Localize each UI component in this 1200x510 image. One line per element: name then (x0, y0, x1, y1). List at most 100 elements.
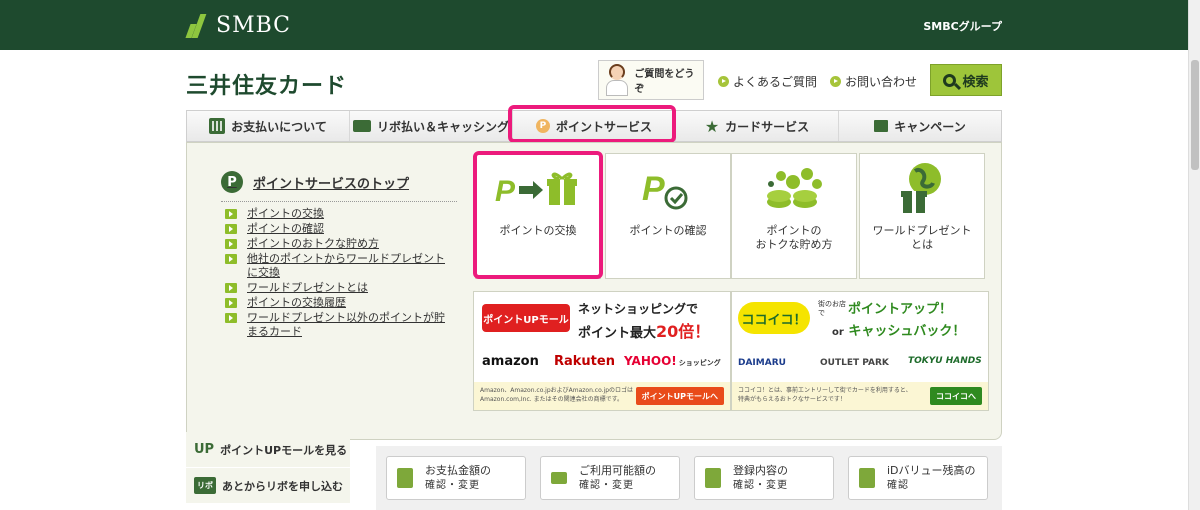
yahoo-shopping-logo: YAHOO! ショッピング (624, 354, 721, 368)
points-dropdown-panel: P ポイントサービスのトップ ポイントの交換 ポイントの確認 ポイントのおトクな… (186, 142, 1002, 440)
point-check-icon: P (606, 154, 730, 224)
edit-document-icon (705, 468, 721, 488)
scrollbar-thumb[interactable] (1191, 60, 1199, 170)
quick-card-label: ご利用可能額の 確認・変更 (579, 463, 656, 491)
sub-link-save[interactable]: ポイントのおトクな貯め方 (225, 237, 453, 251)
points-sub-links: ポイントの交換 ポイントの確認 ポイントのおトクな貯め方 他社のポイントからワー… (225, 207, 453, 340)
arrow-square-icon (225, 254, 237, 264)
coin-stack-icon (859, 468, 875, 488)
nav-item-payment[interactable]: お支払いについて (187, 111, 350, 141)
faq-link-label: よくあるご質問 (733, 75, 818, 89)
nav-item-campaign[interactable]: キャンペーン (839, 111, 1001, 141)
quick-available-amount[interactable]: ご利用可能額の 確認・変更 (540, 456, 680, 500)
quick-payment-amount[interactable]: お支払金額の 確認・変更 (386, 456, 526, 500)
tile-world-present[interactable]: ワールドプレゼント とは (859, 153, 985, 279)
faq-link[interactable]: よくあるご質問 (718, 73, 817, 90)
banner1-footer: Amazon、Amazon.co.jpおよびAmazon.co.jpのロゴは A… (474, 382, 730, 410)
banner2-note: ココイコ！とは、事前エントリーして街でカードを利用すると、特典がもらえるおトクな… (738, 387, 912, 403)
left-shortcut-menu: UP ポイントUPモールを見る リボ あとからリボを申し込む (186, 432, 350, 504)
amazon-logo: amazon (482, 354, 539, 369)
banner1-headline-1: ネットショッピングで (578, 302, 699, 316)
nav-item-label: キャンペーン (894, 119, 966, 134)
divider (221, 201, 457, 202)
nav-item-revolving[interactable]: リボ払い＆キャッシング (350, 111, 513, 141)
banner1-note: Amazon、Amazon.co.jpおよびAmazon.co.jpのロゴは A… (480, 387, 634, 403)
quick-actions: お支払金額の 確認・変更 ご利用可能額の 確認・変更 登録内容の 確認・変更 iDバリ… (376, 446, 1002, 510)
left-menu-label: あとからリボを申し込む (222, 479, 343, 493)
points-top-link-label: ポイントサービスのトップ (253, 176, 410, 192)
quick-card-label: お支払金額の 確認・変更 (425, 463, 491, 491)
sub-link-other-points[interactable]: 他社のポイントからワールドプレゼントに交換 (225, 252, 453, 280)
assistant-avatar-icon (603, 62, 630, 98)
arrow-square-icon (225, 313, 237, 323)
calculator-icon (209, 118, 226, 134)
nav-item-card-service[interactable]: ★ カードサービス (676, 111, 839, 141)
points-top-link[interactable]: P ポイントサービスのトップ (221, 171, 409, 193)
sub-link-exchange[interactable]: ポイントの交換 (225, 207, 453, 221)
smbc-logo-mark-icon (185, 12, 208, 38)
tokyu-hands-logo: TOKYU HANDS (908, 356, 982, 366)
top-bar: SMBC SMBCグループ (0, 0, 1188, 50)
arrow-circle-icon (718, 76, 729, 87)
outlet-park-logo: OUTLET PARK (820, 358, 889, 368)
bill-yen-icon (397, 468, 413, 488)
up-badge-icon: UP (194, 442, 215, 457)
sub-link-check[interactable]: ポイントの確認 (225, 222, 453, 236)
svg-text:P: P (642, 170, 665, 208)
sub-link-other-cards[interactable]: ワールドプレゼント以外のポイントが貯まるカード (225, 311, 453, 339)
search-button[interactable]: 検索 (930, 64, 1002, 96)
arrow-circle-icon (830, 76, 841, 87)
quick-registration-info[interactable]: 登録内容の 確認・変更 (694, 456, 834, 500)
arrow-square-icon (225, 239, 237, 249)
banner2-small: 街のお店で (818, 300, 846, 317)
cocoiko-banner[interactable]: ココイコ！ 街のお店で ポイントアップ！ or キャッシュバック！ DAIMAR… (731, 291, 989, 411)
star-icon: ★ (704, 116, 720, 136)
banner1-headline-2: ポイント最大20倍！ (578, 322, 711, 341)
quick-card-label: 登録内容の 確認・変更 (733, 463, 788, 491)
search-button-label: 検索 (962, 74, 989, 90)
tile-point-save[interactable]: ポイントの おトクな貯め方 (731, 153, 857, 279)
arrow-square-icon (225, 298, 237, 308)
smbc-logo[interactable]: SMBC (185, 12, 292, 38)
question-assistant-button[interactable]: ご質問をどうぞ (598, 60, 704, 100)
arrow-square-icon (225, 224, 237, 234)
nav-item-label: カードサービス (725, 119, 810, 134)
left-menu-label: ポイントUPモールを見る (220, 443, 348, 457)
left-menu-point-up-mall[interactable]: UP ポイントUPモールを見る (186, 432, 350, 468)
tile-point-check[interactable]: P ポイントの確認 (605, 153, 731, 279)
contact-link[interactable]: お問い合わせ (830, 73, 917, 90)
globe-gift-icon (860, 154, 984, 224)
point-up-mall-cta[interactable]: ポイントUPモールへ (635, 387, 724, 405)
rakuten-logo: Rakuten (554, 354, 615, 369)
cocoiko-cta[interactable]: ココイコへ (930, 387, 982, 405)
quick-id-value[interactable]: iDバリュー残高の 確認 (848, 456, 988, 500)
tile-highlight-outline (473, 151, 603, 279)
tile-label: ポイントの おトクな貯め方 (755, 224, 833, 251)
point-p-icon: P (221, 171, 243, 193)
tile-label: ワールドプレゼント とは (872, 224, 972, 251)
page-scrollbar[interactable] (1188, 0, 1200, 510)
arrow-square-icon (225, 209, 237, 219)
banner2-headline-1: ポイントアップ！ (848, 302, 953, 317)
coins-icon (732, 154, 856, 224)
point-up-mall-badge: ポイントUPモール (482, 304, 570, 332)
card-yen-icon (352, 120, 371, 132)
daimaru-logo: DAIMARU (738, 358, 786, 368)
brand-logo[interactable]: 三井住友カード (186, 68, 347, 100)
smbc-group-link[interactable]: SMBCグループ (923, 18, 1002, 34)
arrow-square-icon (225, 283, 237, 293)
card-icon (551, 472, 567, 484)
left-menu-revolving[interactable]: リボ あとからリボを申し込む (186, 468, 350, 504)
smbc-logo-text: SMBC (216, 12, 292, 38)
search-icon (943, 73, 957, 87)
question-assistant-label: ご質問をどうぞ (634, 69, 695, 95)
nav-item-label: リボ払い＆キャッシング (376, 119, 509, 134)
quick-card-label: iDバリュー残高の 確認 (887, 463, 976, 491)
tile-label: ポイントの確認 (629, 224, 707, 237)
point-up-mall-banner[interactable]: ポイントUPモール ネットショッピングで ポイント最大20倍！ amazon R… (473, 291, 731, 411)
sub-link-world-present[interactable]: ワールドプレゼントとは (225, 281, 453, 295)
gift-icon (874, 120, 889, 132)
banner2-headline-2: or キャッシュバック！ (832, 324, 966, 339)
cocoiko-badge: ココイコ！ (738, 302, 810, 334)
sub-link-history[interactable]: ポイントの交換履歴 (225, 296, 453, 310)
